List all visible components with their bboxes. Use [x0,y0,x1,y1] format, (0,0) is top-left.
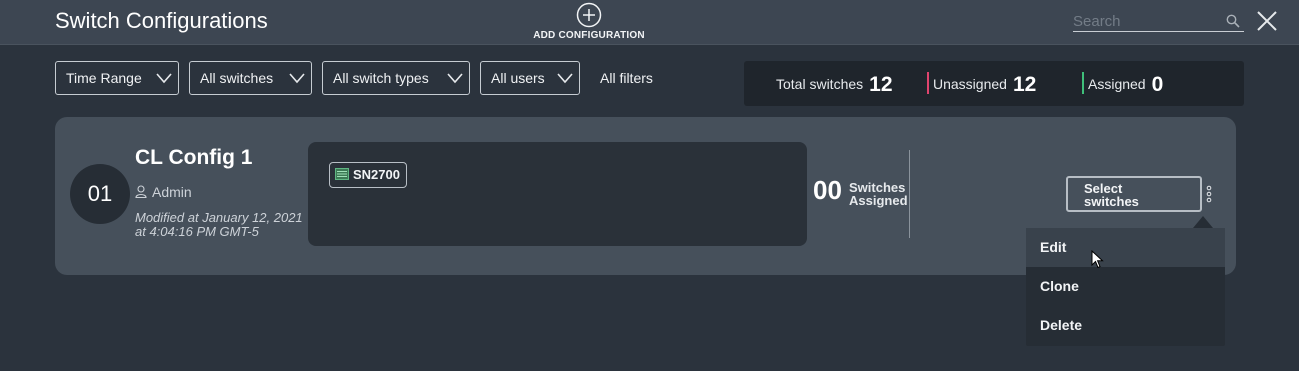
config-number: 01 [70,164,130,224]
menu-caret [1193,216,1213,228]
filter-label: Time Range [66,70,142,86]
switch-stats: Total switches 12 Unassigned 12 Assigned 0 [744,61,1244,106]
select-switches-button[interactable]: Select switches [1066,176,1202,212]
chevron-down-icon [289,73,305,84]
stat-value: 12 [1012,73,1037,96]
status-bar [1082,72,1084,94]
stat-label: Unassigned [933,76,1007,92]
unassigned-stat: Unassigned 12 [927,70,1037,98]
stat-value: 0 [1151,73,1164,96]
filter-label: All switch types [333,70,429,86]
add-configuration-label: ADD CONFIGURATION [533,30,645,41]
assigned-count: 00 [813,175,842,205]
switch-icon [335,168,349,180]
assigned-label: Switches Assigned [849,181,908,207]
modified-date: Modified at January 12, 2021 at 4:04:16 … [135,210,303,239]
switches-filter[interactable]: All switches [189,61,312,95]
menu-item-clone[interactable]: Clone [1026,267,1225,306]
all-filters-link[interactable]: All filters [600,70,653,86]
stat-label: Total switches [776,76,864,92]
assigned-label-line2: Assigned [849,193,908,208]
filter-label: All users [491,70,545,86]
owner-name: Admin [152,184,192,200]
total-switches-stat: Total switches 12 [776,70,893,98]
page-title: Switch Configurations [55,8,268,33]
status-bar [927,72,929,94]
switch-types-filter[interactable]: All switch types [322,61,470,95]
menu-item-delete[interactable]: Delete [1026,306,1225,345]
config-owner: Admin [135,184,192,200]
time-range-filter[interactable]: Time Range [55,61,179,95]
more-options-icon[interactable] [1203,185,1215,203]
divider [909,150,910,238]
mouse-cursor-icon [1091,250,1104,269]
user-icon [135,185,147,198]
filter-label: All switches [200,70,274,86]
stat-label: Assigned [1088,76,1146,92]
context-menu: Edit Clone Delete [1026,228,1225,346]
select-label-line2: switches [1084,194,1139,209]
search-box [1073,11,1244,32]
stat-value: 12 [869,73,893,96]
add-configuration-button[interactable]: ADD CONFIGURATION [528,2,650,44]
plus-circle-icon [576,2,602,28]
chevron-down-icon [557,73,573,84]
switch-types-panel: SN2700 [308,142,807,246]
switch-type-label: SN2700 [353,167,400,182]
config-name: CL Config 1 [135,146,253,169]
switch-type-tag: SN2700 [329,162,407,188]
chevron-down-icon [447,73,463,84]
app-header: Switch Configurations ADD CONFIGURATION [0,0,1299,45]
search-icon[interactable] [1226,14,1240,28]
chevron-down-icon [156,73,172,84]
menu-item-edit[interactable]: Edit [1026,228,1225,267]
close-icon[interactable] [1256,10,1278,32]
users-filter[interactable]: All users [480,61,580,95]
search-input[interactable] [1073,11,1221,31]
assigned-stat: Assigned 0 [1082,70,1164,98]
